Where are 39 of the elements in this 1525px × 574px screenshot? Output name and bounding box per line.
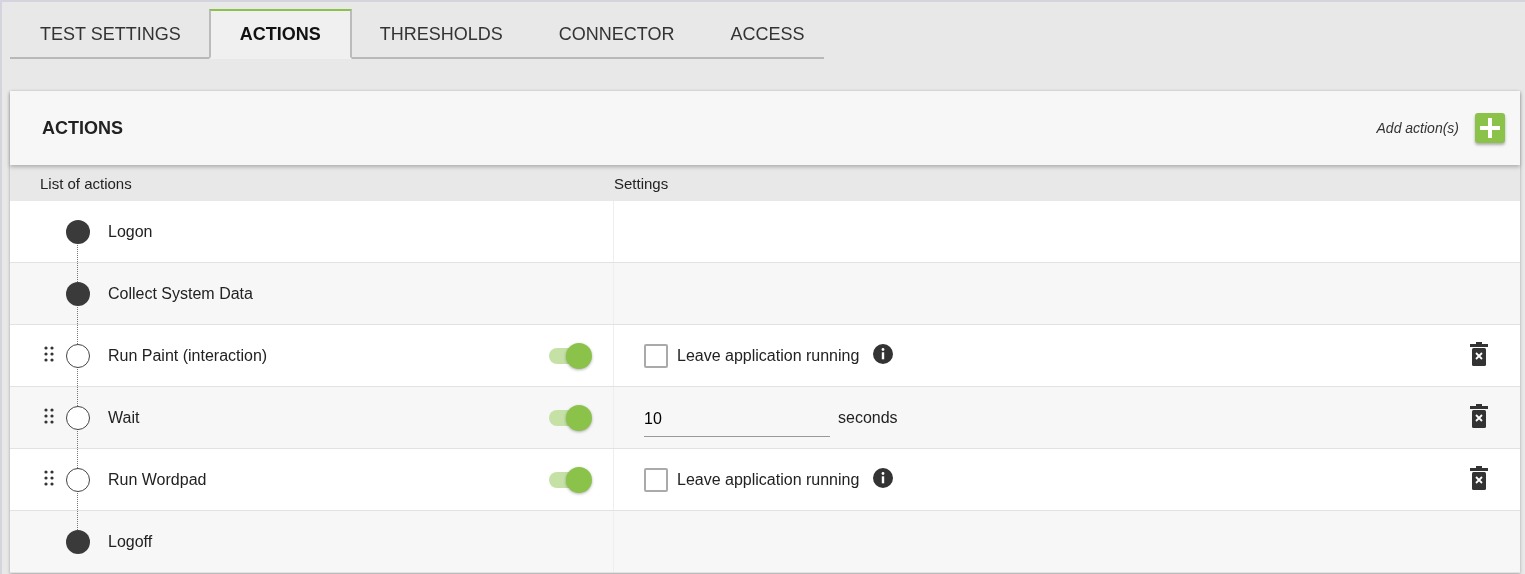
panel-title: ACTIONS (42, 117, 124, 139)
action-name: Logon (108, 222, 154, 241)
column-header: List of actions (39, 174, 133, 192)
trash-icon[interactable] (1470, 341, 1488, 366)
info-icon[interactable] (873, 467, 894, 488)
tab[interactable]: ACTIONS (208, 9, 352, 59)
timeline-dot (66, 281, 90, 306)
trash-icon[interactable] (1470, 403, 1488, 428)
action-name: Run Paint (interaction) (108, 346, 269, 365)
drag-handle-icon[interactable] (43, 406, 55, 425)
timeline-dot (66, 343, 90, 368)
timeline-dot (66, 219, 90, 244)
checkbox-label: Leave application running (677, 346, 860, 365)
info-icon[interactable] (873, 343, 894, 364)
add-label: Add action(s) (1376, 120, 1459, 136)
timeline-dot (66, 467, 90, 492)
toggle-switch[interactable] (549, 342, 593, 369)
plus-icon (1480, 118, 1500, 138)
toggle-switch[interactable] (549, 404, 593, 431)
action-name: Logoff (108, 532, 154, 551)
checkbox-label: Leave application running (677, 470, 860, 489)
action-name: Collect System Data (108, 284, 254, 303)
drag-handle-icon[interactable] (43, 468, 55, 487)
checkbox[interactable] (644, 467, 668, 492)
tab[interactable]: THRESHOLDS (351, 9, 531, 59)
tab[interactable]: ACCESS (702, 9, 833, 59)
timeline-dot (66, 529, 90, 554)
column-header: Settings (614, 174, 669, 192)
number-field[interactable]: 10 (644, 406, 830, 437)
toggle-switch[interactable] (549, 466, 593, 493)
tab[interactable]: CONNECTOR (530, 9, 703, 59)
action-name: Run Wordpad (108, 470, 208, 489)
unit-label: seconds (838, 408, 898, 427)
drag-handle-icon[interactable] (43, 344, 55, 363)
checkbox[interactable] (644, 343, 668, 368)
timeline-dot (66, 405, 90, 430)
action-name: Wait (108, 408, 141, 427)
tab[interactable]: TEST SETTINGS (10, 9, 209, 59)
trash-icon[interactable] (1470, 465, 1488, 490)
